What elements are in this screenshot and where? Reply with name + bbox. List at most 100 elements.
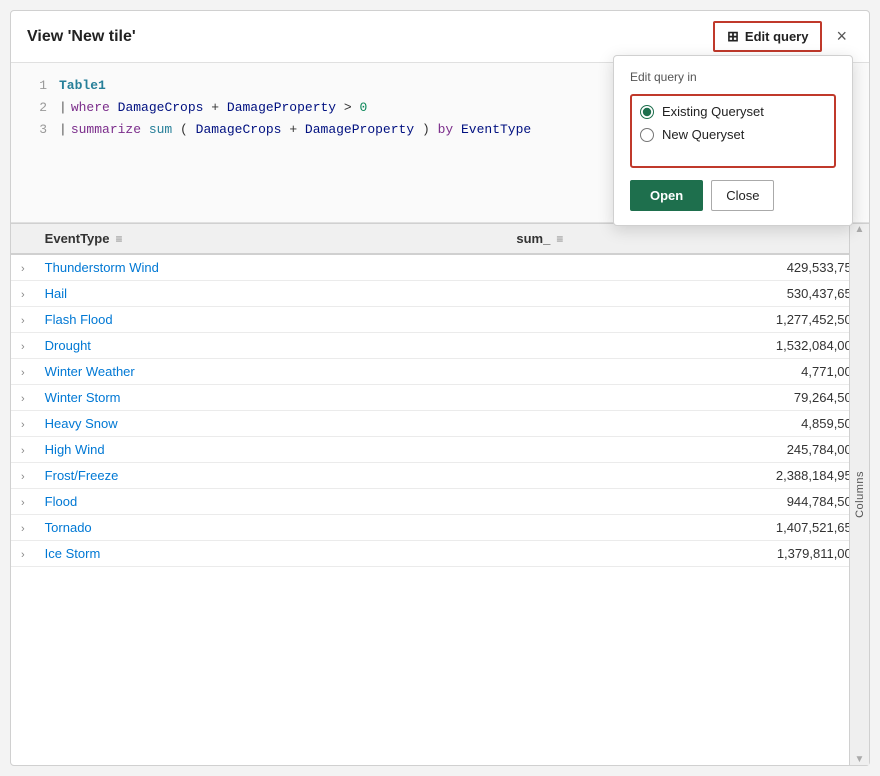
cell-event-5: Winter Storm <box>35 385 507 411</box>
cell-event-4: Winter Weather <box>35 359 507 385</box>
code-table-name: Table1 <box>59 75 106 97</box>
expand-arrow-11[interactable]: › <box>11 541 35 567</box>
var-damageCrops-2: DamageCrops <box>196 122 282 137</box>
col-sum-icon[interactable]: ≡ <box>556 232 563 246</box>
table-row: › Hail 530,437,650 <box>11 281 869 307</box>
pipe-2: | <box>59 119 67 141</box>
th-eventtype: EventType ≡ <box>35 224 507 254</box>
radio-existing-input[interactable] <box>640 105 654 119</box>
table-row: › Tornado 1,407,521,650 <box>11 515 869 541</box>
results-table: EventType ≡ sum_ ≡ › <box>11 224 869 567</box>
cell-event-9: Flood <box>35 489 507 515</box>
table-row: › Heavy Snow 4,859,500 <box>11 411 869 437</box>
edit-query-popup: Edit query in Existing Queryset New Quer… <box>613 55 853 226</box>
th-expand <box>11 224 35 254</box>
cell-sum-4: 4,771,000 <box>506 359 869 385</box>
cell-event-2: Flash Flood <box>35 307 507 333</box>
op-paren-open: ( <box>180 122 188 137</box>
keyword-sum: sum <box>149 122 172 137</box>
expand-arrow-8[interactable]: › <box>11 463 35 489</box>
edit-query-icon: ⊞ <box>727 28 739 45</box>
code-section: 1 Table1 2 | where DamageCrops + DamageP… <box>11 63 869 223</box>
columns-tab-label: Columns <box>854 471 866 518</box>
expand-arrow-3[interactable]: › <box>11 333 35 359</box>
table-wrapper[interactable]: EventType ≡ sum_ ≡ › <box>11 224 869 765</box>
var-eventType: EventType <box>461 122 531 137</box>
header-actions: ⊞ Edit query × <box>713 21 853 52</box>
op-plus-2: + <box>289 122 305 137</box>
cell-sum-7: 245,784,000 <box>506 437 869 463</box>
radio-group: Existing Queryset New Queryset <box>640 104 826 142</box>
popup-buttons: Open Close <box>630 180 836 211</box>
expand-arrow-0[interactable]: › <box>11 254 35 281</box>
popup-close-button[interactable]: Close <box>711 180 774 211</box>
keyword-by: by <box>438 122 461 137</box>
main-container: View 'New tile' ⊞ Edit query × 1 Table1 … <box>10 10 870 766</box>
expand-arrow-4[interactable]: › <box>11 359 35 385</box>
code-line-3-content: summarize sum ( DamageCrops + DamageProp… <box>71 119 531 141</box>
num-zero: 0 <box>360 100 368 115</box>
edit-query-label: Edit query <box>745 29 809 44</box>
cell-sum-1: 530,437,650 <box>506 281 869 307</box>
table-row: › Winter Storm 79,264,500 <box>11 385 869 411</box>
cell-sum-2: 1,277,452,500 <box>506 307 869 333</box>
cell-event-1: Hail <box>35 281 507 307</box>
table-row: › Drought 1,532,084,000 <box>11 333 869 359</box>
var-damageProperty-2: DamageProperty <box>305 122 414 137</box>
col-eventtype-icon[interactable]: ≡ <box>115 232 122 246</box>
cell-event-10: Tornado <box>35 515 507 541</box>
close-button[interactable]: × <box>830 24 853 49</box>
radio-new-input[interactable] <box>640 128 654 142</box>
radio-existing-label: Existing Queryset <box>662 104 764 119</box>
cell-sum-5: 79,264,500 <box>506 385 869 411</box>
cell-sum-11: 1,379,811,000 <box>506 541 869 567</box>
col-eventtype-label: EventType <box>45 231 110 246</box>
table-row: › Ice Storm 1,379,811,000 <box>11 541 869 567</box>
expand-arrow-1[interactable]: › <box>11 281 35 307</box>
cell-event-3: Drought <box>35 333 507 359</box>
page-title: View 'New tile' <box>27 28 136 46</box>
op-plus-1: + <box>211 100 219 115</box>
table-row: › High Wind 245,784,000 <box>11 437 869 463</box>
col-sum-label: sum_ <box>516 231 550 246</box>
op-gt: > <box>344 100 352 115</box>
columns-sidebar[interactable]: Columns <box>849 224 869 765</box>
expand-arrow-5[interactable]: › <box>11 385 35 411</box>
table-section: EventType ≡ sum_ ≡ › <box>11 223 869 765</box>
expand-arrow-7[interactable]: › <box>11 437 35 463</box>
cell-sum-9: 944,784,500 <box>506 489 869 515</box>
expand-arrow-10[interactable]: › <box>11 515 35 541</box>
edit-query-button[interactable]: ⊞ Edit query <box>713 21 822 52</box>
open-button[interactable]: Open <box>630 180 703 211</box>
expand-arrow-2[interactable]: › <box>11 307 35 333</box>
radio-new-label: New Queryset <box>662 127 744 142</box>
keyword-where: where <box>71 100 110 115</box>
table-row: › Thunderstorm Wind 429,533,750 <box>11 254 869 281</box>
cell-event-11: Ice Storm <box>35 541 507 567</box>
line-number-1: 1 <box>19 75 47 97</box>
cell-sum-0: 429,533,750 <box>506 254 869 281</box>
line-number-2: 2 <box>19 97 47 119</box>
table-body: › Thunderstorm Wind 429,533,750 › Hail 5… <box>11 254 869 567</box>
th-sum: sum_ ≡ <box>506 224 869 254</box>
table-row: › Flash Flood 1,277,452,500 <box>11 307 869 333</box>
line-number-3: 3 <box>19 119 47 141</box>
cell-event-7: High Wind <box>35 437 507 463</box>
radio-new-option[interactable]: New Queryset <box>640 127 826 142</box>
pipe-1: | <box>59 97 67 119</box>
table-row: › Flood 944,784,500 <box>11 489 869 515</box>
var-damageCrops: DamageCrops <box>118 100 212 115</box>
cell-sum-8: 2,388,184,950 <box>506 463 869 489</box>
cell-event-6: Heavy Snow <box>35 411 507 437</box>
radio-existing-option[interactable]: Existing Queryset <box>640 104 826 119</box>
expand-arrow-6[interactable]: › <box>11 411 35 437</box>
popup-options-border: Existing Queryset New Queryset <box>630 94 836 168</box>
expand-arrow-9[interactable]: › <box>11 489 35 515</box>
cell-event-8: Frost/Freeze <box>35 463 507 489</box>
cell-event-0: Thunderstorm Wind <box>35 254 507 281</box>
table-row: › Winter Weather 4,771,000 <box>11 359 869 385</box>
cell-sum-10: 1,407,521,650 <box>506 515 869 541</box>
code-line-2-content: where DamageCrops + DamageProperty > 0 <box>71 97 368 119</box>
cell-sum-3: 1,532,084,000 <box>506 333 869 359</box>
keyword-summarize: summarize <box>71 122 149 137</box>
